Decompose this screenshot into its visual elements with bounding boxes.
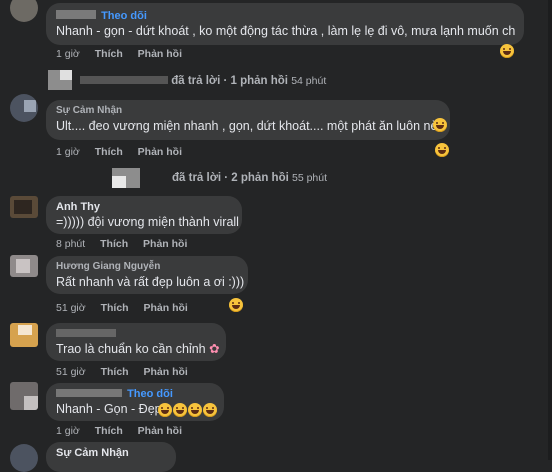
comment-text: Ult.... đeo vương miện nhanh , gọn, dứt … <box>56 119 438 133</box>
commenter-name[interactable]: Anh Thy <box>56 200 232 214</box>
reaction-emoji-icon[interactable] <box>435 143 449 157</box>
comment-text: Trao là chuẩn ko cần chỉnh ✿ <box>56 342 220 356</box>
comment-time[interactable]: 51 giờ <box>56 302 86 314</box>
like-button[interactable]: Thích <box>100 238 128 250</box>
comment-bubble: Trao là chuẩn ko cần chỉnh ✿ <box>46 323 226 361</box>
avatar[interactable] <box>10 0 38 22</box>
reply-summary-action[interactable]: đã trả lời · 1 phản hồi <box>171 75 288 87</box>
reply-summary[interactable]: đã trả lời · 2 phản hồi 55 phút <box>172 172 327 184</box>
laughing-emoji-icon <box>158 403 172 417</box>
comment-time[interactable]: 8 phút <box>56 238 85 250</box>
reply-summary-time: 55 phút <box>292 172 328 184</box>
commenter-name[interactable]: Theo dõi <box>56 9 514 23</box>
flower-icon: ✿ <box>209 342 220 356</box>
commenter-name[interactable]: Sự Cảm Nhận <box>56 446 166 460</box>
reaction-emoji-icon[interactable] <box>433 118 447 132</box>
reaction-emoji-icon[interactable] <box>229 298 243 312</box>
reply-button[interactable]: Phản hồi <box>144 366 188 378</box>
like-button[interactable]: Thích <box>95 146 123 158</box>
follow-link[interactable]: Theo dõi <box>101 10 147 22</box>
comment-meta: 1 giờ Thích Phản hồi <box>56 146 194 158</box>
reply-summary[interactable]: đã trả lời · 1 phản hồi 54 phút <box>80 75 326 87</box>
comment-bubble: Sự Cảm Nhận Ult.... đeo vương miện nhanh… <box>46 100 450 140</box>
redacted-name <box>56 389 122 397</box>
reply-button[interactable]: Phản hồi <box>143 238 187 250</box>
comment-time[interactable]: 1 giờ <box>56 48 80 60</box>
reply-button[interactable]: Phản hồi <box>144 302 188 314</box>
reaction-emoji-icon[interactable] <box>500 44 514 58</box>
comment-meta: 51 giờ Thích Phản hồi <box>56 366 200 378</box>
comment-bubble: Hương Giang Nguyễn Rất nhanh và rất đẹp … <box>46 256 248 294</box>
redacted-name <box>56 329 116 337</box>
scrollbar[interactable] <box>548 0 552 460</box>
reply-avatar <box>112 168 140 188</box>
avatar[interactable] <box>10 94 38 122</box>
comment-meta: 8 phút Thích Phản hồi <box>56 238 199 250</box>
commenter-name[interactable]: Sự Cảm Nhận <box>56 104 440 118</box>
comment-meta: 1 giờ Thích Phản hồi <box>56 48 194 60</box>
like-button[interactable]: Thích <box>95 425 123 437</box>
comment-bubble: Anh Thy =))))) đội vương miện thành vira… <box>46 196 242 234</box>
avatar[interactable] <box>10 382 38 410</box>
commenter-name[interactable]: Hương Giang Nguyễn <box>56 260 238 274</box>
reply-button[interactable]: Phản hồi <box>138 146 182 158</box>
comment-meta: 51 giờ Thích Phản hồi <box>56 302 200 314</box>
laughing-emoji-icon <box>188 403 202 417</box>
avatar[interactable] <box>10 444 38 472</box>
commenter-name[interactable]: Theo dõi <box>56 387 214 401</box>
comment-text: =))))) đội vương miện thành virall <box>56 215 239 229</box>
redacted-name <box>80 76 168 84</box>
comment-meta: 1 giờ Thích Phản hồi <box>56 425 194 437</box>
comment-text: Rất nhanh và rất đẹp luôn a ơi :))) <box>56 275 245 289</box>
like-button[interactable]: Thích <box>101 302 129 314</box>
laughing-emoji-icon <box>173 403 187 417</box>
comment-text: Nhanh - gọn - dứt khoát , ko một động tá… <box>56 24 516 38</box>
avatar[interactable] <box>10 323 38 347</box>
reply-button[interactable]: Phản hồi <box>138 48 182 60</box>
comment-time[interactable]: 1 giờ <box>56 425 80 437</box>
reply-button[interactable]: Phản hồi <box>138 425 182 437</box>
follow-link[interactable]: Theo dõi <box>127 388 173 400</box>
laughing-emoji-icon <box>203 403 217 417</box>
commenter-name[interactable] <box>56 327 216 341</box>
redacted-name <box>56 10 96 19</box>
avatar[interactable] <box>10 196 38 218</box>
reply-summary-time: 54 phút <box>291 75 327 87</box>
comment-bubble: Theo dõi Nhanh - gọn - dứt khoát , ko mộ… <box>46 3 524 45</box>
comment-time[interactable]: 1 giờ <box>56 146 80 158</box>
comment-bubble: Sự Cảm Nhận <box>46 442 176 472</box>
comment-time[interactable]: 51 giờ <box>56 366 86 378</box>
like-button[interactable]: Thích <box>95 48 123 60</box>
reply-summary-action[interactable]: đã trả lời · 2 phản hồi <box>172 172 289 184</box>
reply-avatar <box>48 70 72 90</box>
like-button[interactable]: Thích <box>101 366 129 378</box>
avatar[interactable] <box>10 255 38 277</box>
